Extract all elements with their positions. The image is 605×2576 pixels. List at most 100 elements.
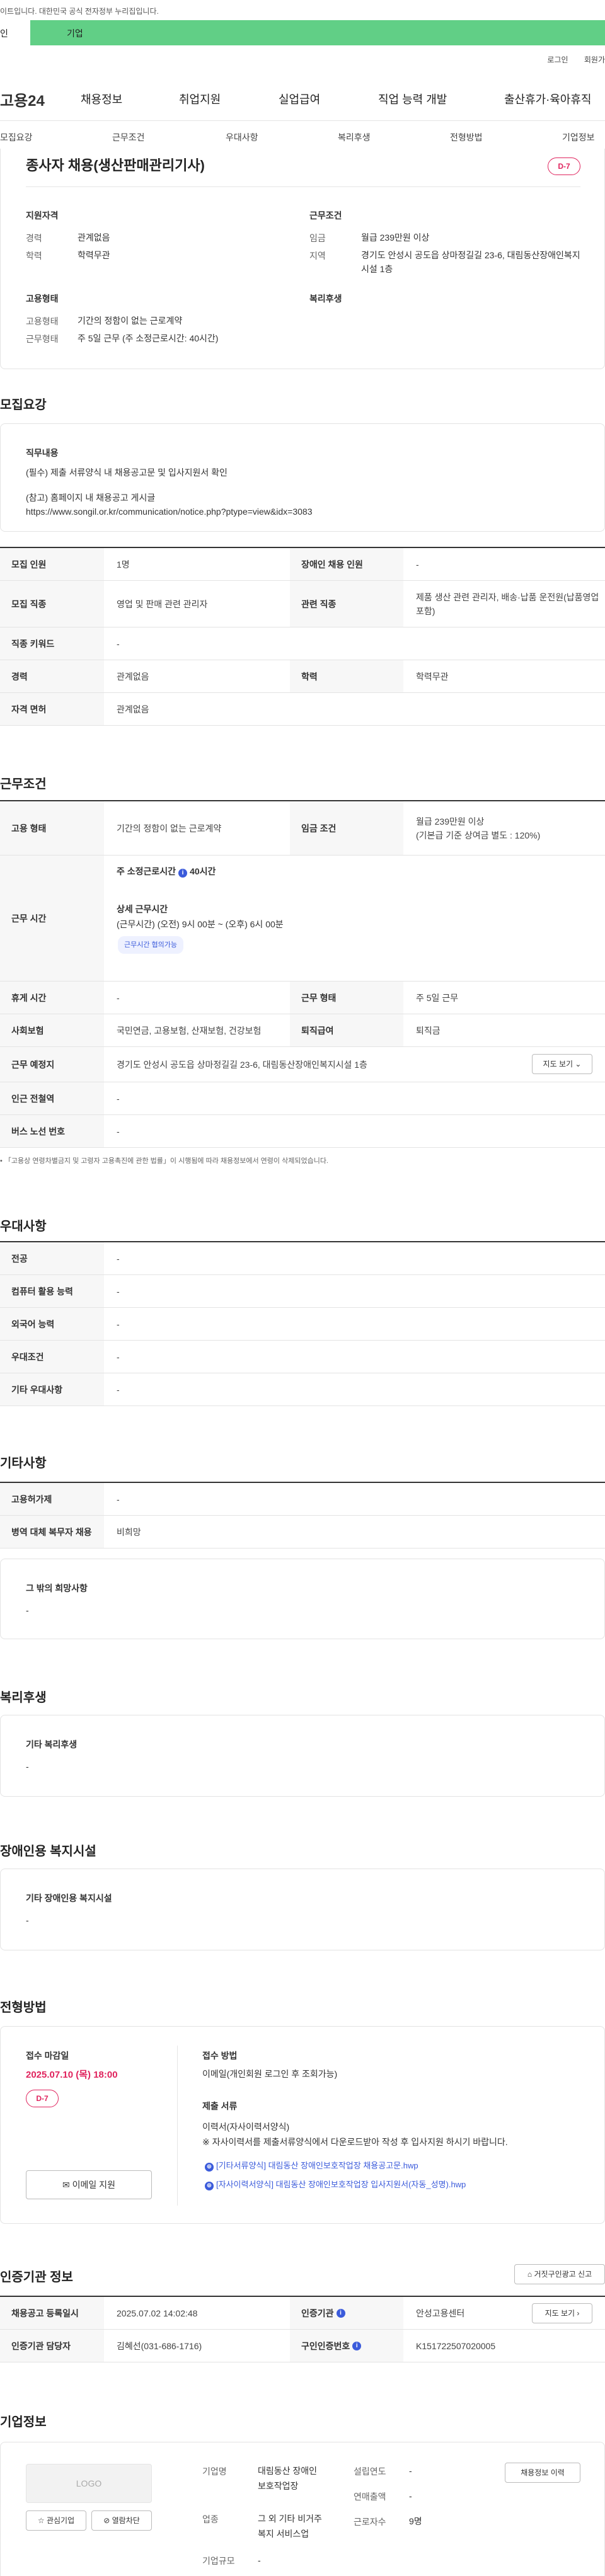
company-logo: LOGO <box>26 2464 152 2503</box>
th: 근무 예정지 <box>0 1047 104 1082</box>
qual-label: 경력 <box>26 233 42 243</box>
th: 직종 키워드 <box>0 627 104 660</box>
file-name: [기타서류양식] 대림동산 장애인보호작업장 채용공고문.hwp <box>216 2161 418 2170</box>
th: 채용공고 등록일시 <box>0 2297 104 2329</box>
report-fake-ad-button[interactable]: ⌂ 거짓구인광고 신고 <box>514 2264 605 2284</box>
td: 국민연금, 고용보험, 산재보험, 건강보험 <box>117 1025 262 1036</box>
duty-box: 직무내용 (필수) 제출 서류양식 내 채용공고문 및 입사지원서 확인 (참고… <box>0 423 605 532</box>
company-box: LOGO ☆ 관심기업 ⊘ 열람차단 기업명 대림동산 장애인 보호작업장 업종… <box>0 2442 605 2576</box>
th: 퇴직급여 <box>290 1014 403 1046</box>
td: 주 5일 근무 <box>416 992 459 1003</box>
duty-line: (필수) 제출 서류양식 내 채용공고문 및 입사지원서 확인 <box>26 467 228 478</box>
sales-label: 연매출액 <box>354 2492 386 2502</box>
info-icon[interactable]: i <box>352 2341 362 2350</box>
utility-links: 로그인 회원가 <box>533 54 605 65</box>
tab-company[interactable]: 기업정보 <box>562 131 595 144</box>
method-title: 접수 방법 <box>202 2051 238 2061</box>
duty-link[interactable]: https://www.songil.or.kr/communication/n… <box>26 505 312 518</box>
td: - <box>117 638 120 649</box>
th: 우대조건 <box>0 1341 104 1373</box>
td: - <box>117 1494 120 1504</box>
menu-employment-support[interactable]: 취업지원 <box>179 91 221 107</box>
td: 퇴직금 <box>416 1025 441 1036</box>
tab-welfare[interactable]: 복리후생 <box>338 131 371 144</box>
section-title-prefer: 우대사항 <box>0 1220 47 1234</box>
attachment-icon: ⊕ <box>205 2163 214 2172</box>
tab-company[interactable]: 기업 <box>30 20 605 45</box>
hours-detail: (근무시간) (오전) 9시 00분 ~ (오후) 6시 00분 <box>117 919 284 929</box>
work-location: 경기도 안성시 공도읍 상마정길길 23-6, 대림동산장애인복지시설 1층 <box>117 1059 367 1070</box>
welfare-box: 기타 복리후생 - <box>0 1715 605 1797</box>
global-nav: 고용24 채용정보 취업지원 실업급여 직업 능력 개발 출산휴가·육아휴직 <box>0 77 605 121</box>
th-label: 구인인증번호 <box>301 2340 350 2351</box>
report-label: 거짓구인광고 신고 <box>534 2270 592 2279</box>
menu-jobs[interactable]: 채용정보 <box>81 91 122 107</box>
gov-notice: 이트입니다. 대한민국 공식 전자정부 누리집입니다. <box>0 7 159 16</box>
td: - <box>117 1319 120 1329</box>
tab-recruit[interactable]: 모집요강 <box>0 131 33 144</box>
th: 근무 형태 <box>290 982 403 1014</box>
hours-week-label: 주 소정근로시간 <box>117 866 176 876</box>
cert-map-button[interactable]: 지도 보기 › <box>532 2303 592 2323</box>
th: 모집 인원 <box>0 548 104 580</box>
menu-training[interactable]: 직업 능력 개발 <box>378 91 447 107</box>
th: 고용 형태 <box>0 801 104 855</box>
join-link[interactable]: 회원가 <box>584 55 605 64</box>
th: 경력 <box>0 660 104 692</box>
age-footnote: • 「고용상 연령차별금지 및 고령자 고용촉진에 관한 법률」이 시행됨에 따… <box>0 1157 328 1165</box>
block-company-button[interactable]: ⊘ 열람차단 <box>91 2510 152 2531</box>
td: K151722507020005 <box>416 2340 496 2351</box>
emp-value: 기간의 정함이 없는 근로계약 <box>78 316 183 326</box>
favorite-company-button[interactable]: ☆ 관심기업 <box>26 2510 86 2531</box>
map-button-label: 지도 보기 <box>544 2309 575 2318</box>
cond-label: 지역 <box>309 251 326 261</box>
login-link[interactable]: 로그인 <box>547 55 568 64</box>
member-type-tabs: 인 기업 <box>0 20 605 45</box>
docs-value: 이력서(자사이력서양식) <box>202 2122 290 2132</box>
site-logo[interactable]: 고용24 <box>0 88 45 110</box>
cond-label: 임금 <box>309 233 326 243</box>
emp-label: 근무형태 <box>26 334 59 344</box>
map-button[interactable]: 지도 보기 ⌄ <box>532 1054 592 1074</box>
td: 학력무관 <box>416 671 449 682</box>
job-history-button[interactable]: 채용정보 이력 <box>505 2463 580 2483</box>
info-icon[interactable]: i <box>336 2308 345 2318</box>
deadline-title: 접수 마감일 <box>26 2051 69 2061</box>
th: 근무 시간 <box>0 856 104 981</box>
td: 김혜선(031-686-1716) <box>117 2340 202 2351</box>
hours-negotiable-pill: 근무시간 협의가능 <box>118 936 184 954</box>
menu-unemployment[interactable]: 실업급여 <box>279 91 320 107</box>
file-download-link[interactable]: ⊕ [기타서류양식] 대림동산 장애인보호작업장 채용공고문.hwp <box>202 2159 418 2172</box>
deadline-value: 2025.07.10 (목) 18:00 <box>26 2069 118 2080</box>
tab-prefer[interactable]: 우대사항 <box>226 131 258 144</box>
section-title-process: 전형방법 <box>0 2001 47 2015</box>
section-title-etc: 기타사항 <box>0 1457 47 1470</box>
info-icon[interactable]: i <box>178 869 188 878</box>
age-footnote-text: 「고용상 연령차별금지 및 고령자 고용촉진에 관한 법률」이 시행됨에 따라 … <box>4 1157 328 1165</box>
company-name-1: 대림동산 장애인 <box>258 2466 318 2476</box>
file-download-link[interactable]: ⊕ [자사이력서양식] 대림동산 장애인보호작업장 입사지원서(자동_성명).hw… <box>202 2178 466 2190</box>
year-value: - <box>409 2466 412 2476</box>
etc-table: 고용허가제 - 병역 대체 복무자 채용 비희망 <box>0 1482 605 1548</box>
duty-title: 직무내용 <box>26 448 59 458</box>
tab-work[interactable]: 근무조건 <box>112 131 145 144</box>
section-tabs: 모집요강 근무조건 우대사항 복리후생 전형방법 기업정보 <box>0 122 605 152</box>
tab-personal[interactable]: 인 <box>0 20 30 45</box>
staff-label: 근로자수 <box>354 2517 386 2527</box>
fav-label: 관심기업 <box>46 2516 75 2525</box>
td: 제품 생산 관련 관리자, 배송·납품 운전원(납품영업 포함) <box>416 592 599 616</box>
td: - <box>117 1351 120 1362</box>
th: 구인인증번호 i <box>290 2330 403 2362</box>
docs-title: 제출 서류 <box>202 2101 238 2111</box>
td: - <box>117 992 120 1003</box>
email-apply-button[interactable]: ✉ 이메일 지원 <box>26 2170 152 2199</box>
hope-value: - <box>26 1605 29 1615</box>
th: 고용허가제 <box>0 1483 104 1515</box>
staff-value: 9명 <box>409 2516 422 2526</box>
th: 인근 전철역 <box>0 1082 104 1114</box>
qual-value: 관계없음 <box>78 232 110 243</box>
th: 병역 대체 복무자 채용 <box>0 1516 104 1548</box>
tab-process[interactable]: 전형방법 <box>450 131 483 144</box>
menu-leave[interactable]: 출산휴가·육아휴직 <box>504 91 591 107</box>
wage-value: 월급 239만원 이상 <box>416 816 485 827</box>
